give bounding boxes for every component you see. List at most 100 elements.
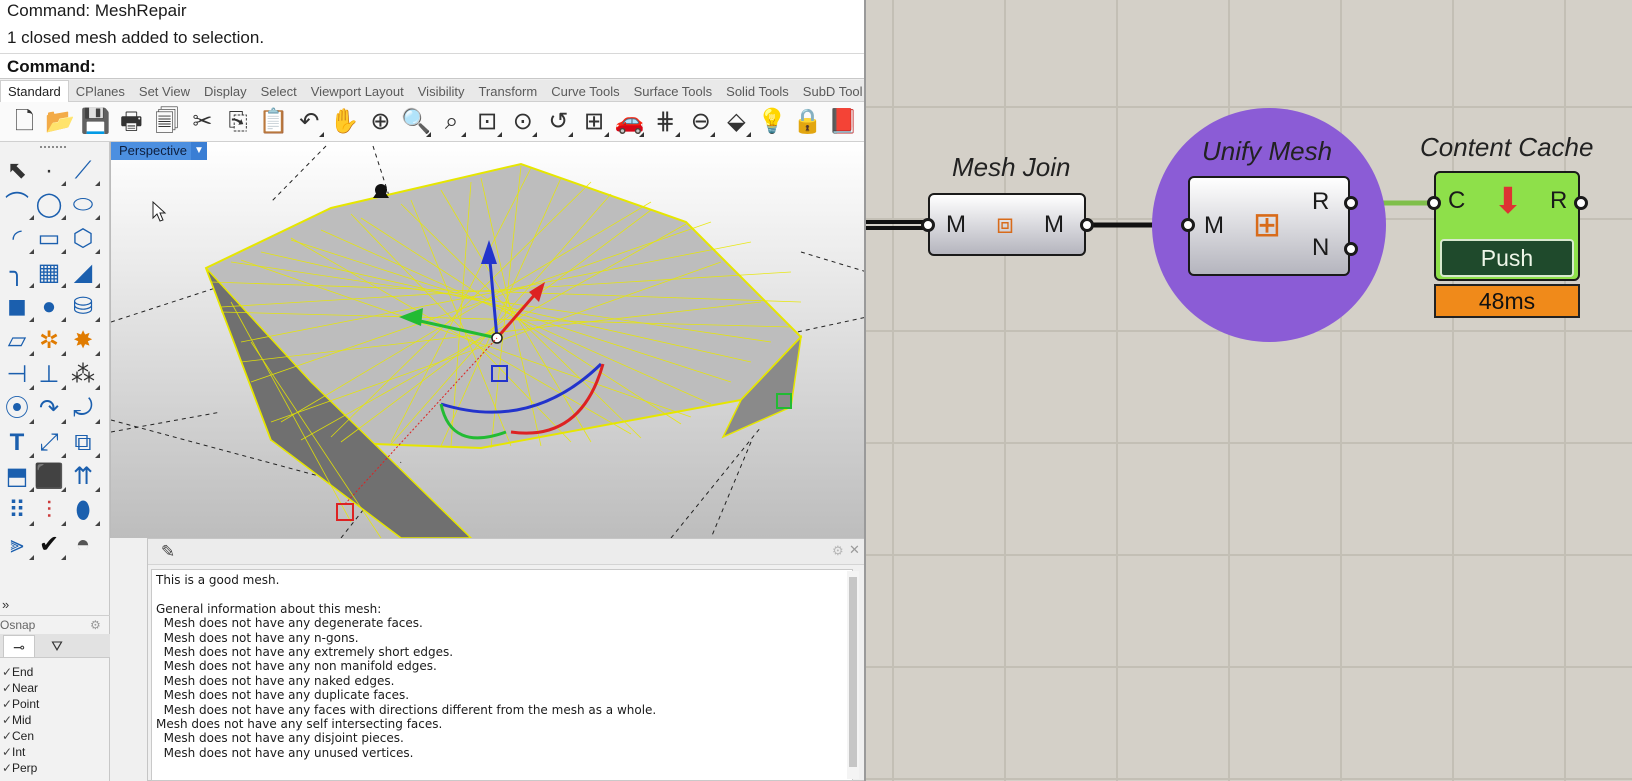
chevron-down-icon[interactable]: ▼ — [191, 142, 207, 160]
zoom-icon[interactable]: 🔍 — [400, 104, 433, 140]
mesh-join-component[interactable]: M ⧈ M — [928, 193, 1086, 256]
polygon-icon[interactable]: ⬡ — [66, 222, 100, 256]
extrude-icon[interactable]: ⇈ — [66, 460, 100, 494]
mesh-plane-icon[interactable]: ▱ — [0, 324, 34, 358]
rotate-view-icon[interactable]: ⊕ — [364, 104, 397, 140]
tab-standard[interactable]: Standard — [0, 80, 69, 102]
circle-icon[interactable]: ◯ — [32, 188, 66, 222]
render-shape-icon[interactable]: ◓ — [66, 528, 100, 562]
properties-icon[interactable]: ⬙ — [720, 104, 753, 140]
zoom-selected-icon[interactable]: ⊙ — [506, 104, 539, 140]
project-icon[interactable]: ⬒ — [0, 460, 34, 494]
solid-box-icon[interactable]: ⬛ — [32, 460, 66, 494]
car-icon[interactable]: 🚗 — [613, 104, 646, 140]
mesh-join-input-grip[interactable] — [921, 218, 935, 232]
gear-puzzle-icon[interactable]: ✲ — [32, 324, 66, 358]
osnap-item[interactable]: ✓Point — [0, 696, 110, 712]
offset-curve-icon[interactable]: ↷ — [32, 392, 66, 426]
unify-mesh-output-r[interactable]: R — [1312, 188, 1329, 216]
cylinder-icon[interactable]: ⛁ — [66, 290, 100, 324]
perspective-viewport[interactable]: Perspective ▼ — [110, 142, 864, 538]
content-cache-input-grip[interactable] — [1427, 196, 1441, 210]
sphere-icon[interactable]: ● — [32, 290, 66, 324]
arc-icon[interactable]: ◜ — [0, 222, 34, 256]
tab-curve-tools[interactable]: Curve Tools — [544, 81, 626, 103]
content-cache-input[interactable]: C — [1448, 187, 1465, 215]
curve-icon[interactable]: ⌒ — [0, 188, 34, 222]
select-arrow-icon[interactable]: ⬉ — [0, 154, 34, 188]
array-icon[interactable]: ⧉ — [66, 426, 100, 460]
tab-surface-tools[interactable]: Surface Tools — [627, 81, 720, 103]
osnap-item[interactable]: ✓Int — [0, 744, 110, 760]
filter-icon[interactable]: ⛛ — [44, 635, 70, 657]
checkbox[interactable]: ✓ — [2, 744, 12, 760]
four-viewports-icon[interactable]: ⊞ — [578, 104, 611, 140]
polyline-icon[interactable]: ⟋ — [66, 154, 100, 188]
new-icon[interactable]: 🗋 — [8, 104, 41, 140]
expand-toolbar-icon[interactable]: » — [2, 597, 9, 612]
content-cache-output[interactable]: R — [1550, 187, 1567, 215]
osnap-icon[interactable]: ⊖ — [684, 104, 717, 140]
checkbox[interactable]: ✓ — [2, 728, 12, 744]
pan-icon[interactable]: ✋ — [328, 104, 361, 140]
camera-target-icon[interactable] — [373, 184, 389, 198]
content-cache-output-grip[interactable] — [1574, 196, 1588, 210]
dimension-icon[interactable]: ⫶ — [32, 494, 66, 528]
checkbox[interactable]: ✓ — [2, 760, 12, 776]
viewport-label[interactable]: Perspective — [111, 142, 193, 160]
mesh-join-output-grip[interactable] — [1080, 218, 1094, 232]
open-icon[interactable]: 📂 — [44, 104, 77, 140]
toolbar-grip[interactable] — [40, 146, 66, 149]
command-line-input[interactable]: Command: — [0, 53, 864, 79]
gear-icon[interactable]: ⚙ — [832, 543, 844, 559]
split-icon[interactable]: ⊥ — [32, 358, 66, 392]
boolean-icon[interactable]: ⁂ — [66, 358, 100, 392]
sweep-icon[interactable]: ⫸ — [0, 528, 34, 562]
osnap-item[interactable]: ✓Perp — [0, 760, 110, 776]
osnap-item[interactable]: ✓Cen — [0, 728, 110, 744]
cut-icon[interactable]: ✂ — [186, 104, 219, 140]
mesh-join-input[interactable]: M — [946, 211, 966, 239]
unify-mesh-input[interactable]: M — [1204, 212, 1224, 240]
checkbox[interactable]: ✓ — [2, 680, 12, 696]
tab-set-view[interactable]: Set View — [132, 81, 197, 103]
close-icon[interactable]: ✕ — [849, 542, 860, 558]
box-icon[interactable]: ◼ — [0, 290, 34, 324]
grid-array-icon[interactable]: ⠿ — [0, 494, 34, 528]
copy-icon[interactable]: ⎘ — [222, 104, 255, 140]
grid-icon[interactable]: ⋕ — [649, 104, 682, 140]
content-cache-component[interactable]: C ⬇ R Push — [1434, 171, 1580, 281]
book-icon[interactable]: 📕 — [827, 104, 860, 140]
osnap-item[interactable]: ✓End — [0, 664, 110, 680]
unify-mesh-component[interactable]: M ⊞ R N — [1188, 176, 1350, 276]
explode-icon[interactable]: ✸ — [66, 324, 100, 358]
lock-icon[interactable]: 🔒 — [791, 104, 824, 140]
unify-mesh-input-grip[interactable] — [1181, 218, 1195, 232]
text-icon[interactable]: T — [0, 426, 34, 460]
point-icon[interactable]: · — [32, 154, 66, 188]
grasshopper-canvas[interactable]: Mesh Join M ⧈ M Unify Mesh M ⊞ R N Conte… — [866, 0, 1632, 781]
fillet-curve-icon[interactable]: ╮ — [0, 256, 34, 290]
surface-grid-icon[interactable]: ▦ — [32, 256, 66, 290]
rebuild-icon[interactable]: ⬮ — [66, 494, 100, 528]
paste-icon[interactable]: 📋 — [257, 104, 290, 140]
loft-icon[interactable]: ◢ — [66, 256, 100, 290]
checkbox[interactable]: ✓ — [2, 664, 12, 680]
scale-icon[interactable]: ⤢ — [32, 426, 66, 460]
gear-icon[interactable]: ⚙ — [90, 616, 101, 635]
tab-solid-tools[interactable]: Solid Tools — [719, 81, 796, 103]
check-report-text[interactable]: This is a good mesh. General information … — [151, 569, 853, 781]
zoom-extents-icon[interactable]: ⊡ — [471, 104, 504, 140]
import-icon[interactable]: 🗐 — [150, 104, 183, 140]
tab-visibility[interactable]: Visibility — [411, 81, 472, 103]
light-icon[interactable]: 💡 — [755, 104, 788, 140]
osnap-item[interactable]: ✓Mid — [0, 712, 110, 728]
group-icon[interactable]: ⦿ — [0, 392, 34, 426]
mesh-join-output[interactable]: M — [1044, 211, 1064, 239]
trim-icon[interactable]: ⊣ — [0, 358, 34, 392]
undo-view-icon[interactable]: ↺ — [542, 104, 575, 140]
tab-transform[interactable]: Transform — [471, 81, 544, 103]
osnap-tab-icon[interactable]: ⊸ — [3, 635, 35, 657]
scrollbar[interactable] — [847, 571, 859, 779]
scrollbar-thumb[interactable] — [849, 577, 857, 767]
